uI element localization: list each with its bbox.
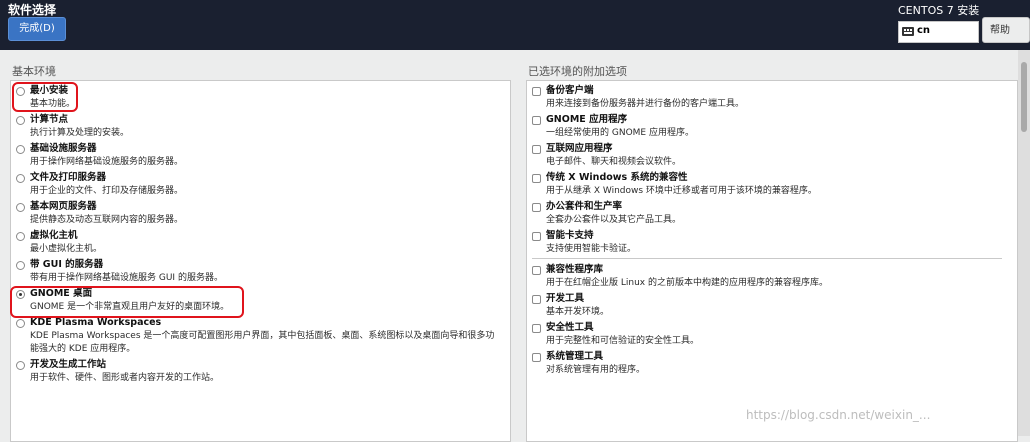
checkbox[interactable] [532,87,541,96]
checkbox[interactable] [532,324,541,333]
checkbox[interactable] [532,145,541,154]
checkbox[interactable] [532,295,541,304]
radio-button[interactable] [16,319,25,328]
keyboard-layout-label: cn [917,25,931,36]
top-header: 软件选择 完成(D) CENTOS 7 安装 cn 帮助 [0,0,1030,50]
annotation-highlight-gnome [10,286,244,318]
radio-button[interactable] [16,116,25,125]
base-environment-heading: 基本环境 [12,65,56,78]
watermark: https://blog.csdn.net/weixin_... [746,408,931,422]
scrollbar-thumb[interactable] [1021,62,1027,132]
radio-button[interactable] [16,203,25,212]
base-environment-list: 最小安装 基本功能。 计算节点 执行计算及处理的安装。 基础设施服务器 用于操作… [10,80,511,442]
keyboard-layout-selector[interactable]: cn [898,21,979,43]
keyboard-icon [902,27,914,36]
radio-button[interactable] [16,174,25,183]
checkbox[interactable] [532,203,541,212]
radio-button[interactable] [16,261,25,270]
radio-button[interactable] [16,145,25,154]
checkbox[interactable] [532,232,541,241]
done-button[interactable]: 完成(D) [8,17,66,41]
addons-heading: 已选环境的附加选项 [528,65,627,78]
page-title: 软件选择 [8,3,57,17]
help-button[interactable]: 帮助 [982,17,1030,43]
addons-list: 备份客户端 用来连接到备份服务器并进行备份的客户端工具。 GNOME 应用程序 … [526,80,1018,442]
page-scrollbar[interactable] [1018,50,1030,436]
product-title: CENTOS 7 安装 [898,4,980,17]
checkbox[interactable] [532,266,541,275]
radio-button[interactable] [16,361,25,370]
addons-divider [532,258,1002,259]
checkbox[interactable] [532,174,541,183]
radio-button[interactable] [16,232,25,241]
checkbox[interactable] [532,353,541,362]
annotation-highlight-minimal [12,82,78,112]
checkbox[interactable] [532,116,541,125]
